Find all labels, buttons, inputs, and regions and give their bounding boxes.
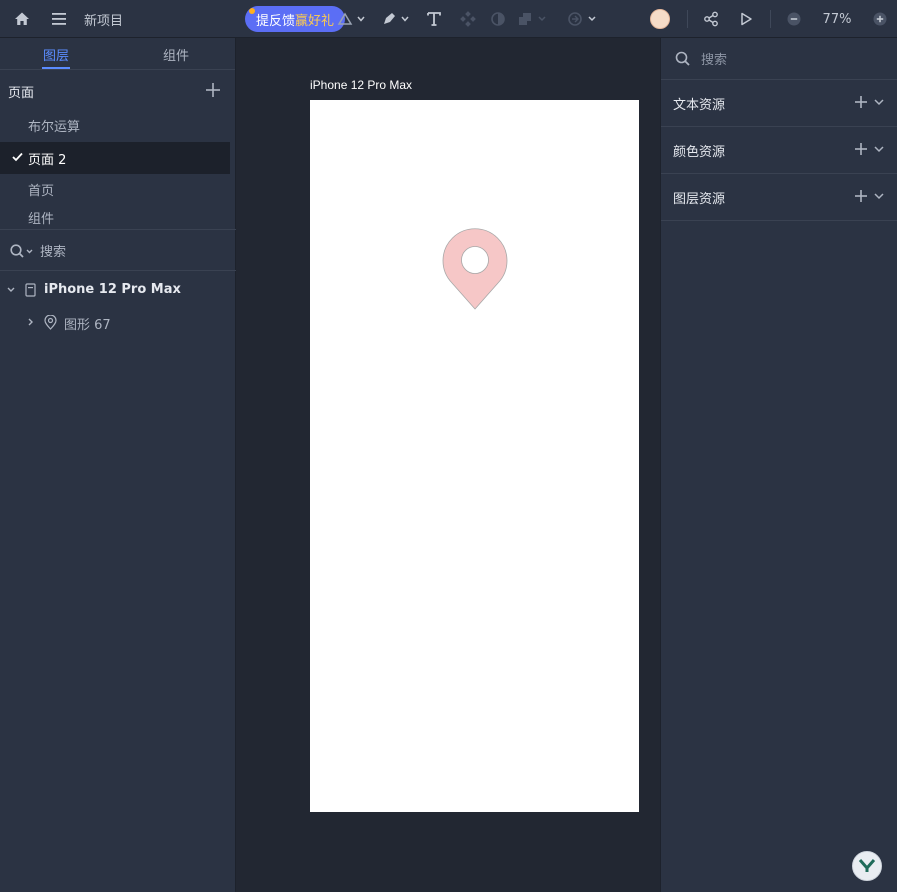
feedback-reward-label: 赢好礼: [295, 13, 335, 29]
layer-row-shape[interactable]: 图形 67: [0, 307, 236, 337]
asset-section-title: 图层资源: [673, 191, 726, 207]
panel-tabs: 图层 组件: [0, 38, 235, 70]
add-icon[interactable]: [855, 143, 867, 155]
add-icon[interactable]: [855, 96, 867, 108]
left-panel: 图层 组件 页面 布尔运算 页面 2 首页 组件 搜索 iPhone 12 Pr…: [0, 38, 236, 892]
asset-actions: [855, 190, 885, 202]
pen-tool-icon[interactable]: [380, 0, 412, 38]
page-label: 组件: [28, 211, 55, 227]
asset-search-placeholder: 搜索: [701, 53, 728, 68]
page-label: 页面 2: [28, 152, 67, 168]
artboard[interactable]: [310, 100, 639, 812]
asset-section-layer[interactable]: 图层资源: [661, 174, 897, 221]
brand-logo-icon[interactable]: [852, 851, 882, 881]
page-item-active[interactable]: 页面 2: [0, 142, 230, 174]
chevron-down-icon[interactable]: [873, 190, 885, 202]
prototype-icon[interactable]: [566, 0, 600, 38]
chevron-down-icon[interactable]: [873, 96, 885, 108]
layer-search[interactable]: 搜索: [10, 241, 66, 260]
shape-tool-icon[interactable]: [336, 0, 368, 38]
zoom-out-icon[interactable]: [784, 0, 804, 38]
add-page-icon[interactable]: [206, 83, 220, 97]
asset-actions: [855, 143, 885, 155]
page-item[interactable]: 首页: [0, 173, 230, 205]
check-icon: [12, 152, 23, 162]
mask-icon[interactable]: [488, 0, 508, 38]
feedback-label: 提反馈: [256, 13, 296, 29]
layer-name: 图形 67: [64, 318, 111, 333]
active-tab-indicator: [42, 67, 70, 69]
search-icon: [10, 243, 34, 258]
page-label: 布尔运算: [28, 119, 81, 135]
asset-section-color[interactable]: 颜色资源: [661, 127, 897, 174]
layer-search-placeholder: 搜索: [40, 245, 67, 260]
location-pin-icon: [44, 315, 57, 330]
page-item[interactable]: 布尔运算: [0, 109, 230, 141]
menu-icon[interactable]: [47, 0, 71, 38]
asset-section-title: 颜色资源: [673, 144, 726, 160]
share-icon[interactable]: [700, 0, 722, 38]
frame-label[interactable]: iPhone 12 Pro Max: [310, 78, 412, 92]
play-icon[interactable]: [735, 0, 757, 38]
layer-name: iPhone 12 Pro Max: [44, 282, 181, 297]
asset-actions: [855, 96, 885, 108]
avatar[interactable]: [648, 0, 672, 38]
toolbar-divider: [687, 10, 688, 28]
chevron-down-icon[interactable]: [6, 286, 16, 294]
right-panel: 搜索 文本资源 颜色资源 图层资源: [660, 38, 897, 892]
design-canvas[interactable]: iPhone 12 Pro Max: [236, 38, 660, 892]
asset-search[interactable]: 搜索: [661, 38, 897, 80]
zoom-in-icon[interactable]: [870, 0, 890, 38]
zoom-level[interactable]: 77%: [815, 0, 859, 38]
pages-header: 页面: [0, 70, 235, 106]
asset-section-title: 文本资源: [673, 97, 726, 113]
boolean-icon[interactable]: [516, 0, 550, 38]
project-name[interactable]: 新项目: [84, 0, 123, 38]
tab-layers[interactable]: 图层: [43, 45, 69, 64]
toolbar-divider: [770, 10, 771, 28]
chevron-right-icon[interactable]: [27, 317, 35, 327]
panel-divider: [0, 229, 236, 230]
pages-title: 页面: [8, 86, 35, 101]
page-item[interactable]: 组件: [0, 205, 230, 229]
chevron-down-icon[interactable]: [873, 143, 885, 155]
search-icon: [675, 51, 691, 67]
notification-dot: [249, 8, 255, 14]
tab-components[interactable]: 组件: [163, 45, 189, 64]
layer-row-frame[interactable]: iPhone 12 Pro Max: [0, 275, 236, 305]
page-label: 首页: [28, 183, 55, 199]
panel-divider: [0, 270, 236, 271]
asset-section-text[interactable]: 文本资源: [661, 80, 897, 127]
component-icon[interactable]: [458, 0, 478, 38]
location-pin-shape[interactable]: [442, 227, 508, 311]
text-tool-icon[interactable]: [424, 0, 444, 38]
home-icon[interactable]: [10, 0, 34, 38]
frame-icon: [25, 283, 36, 297]
add-icon[interactable]: [855, 190, 867, 202]
feedback-button[interactable]: 提反馈 赢好礼: [245, 6, 345, 32]
top-toolbar: 新项目 提反馈 赢好礼 77%: [0, 0, 897, 38]
